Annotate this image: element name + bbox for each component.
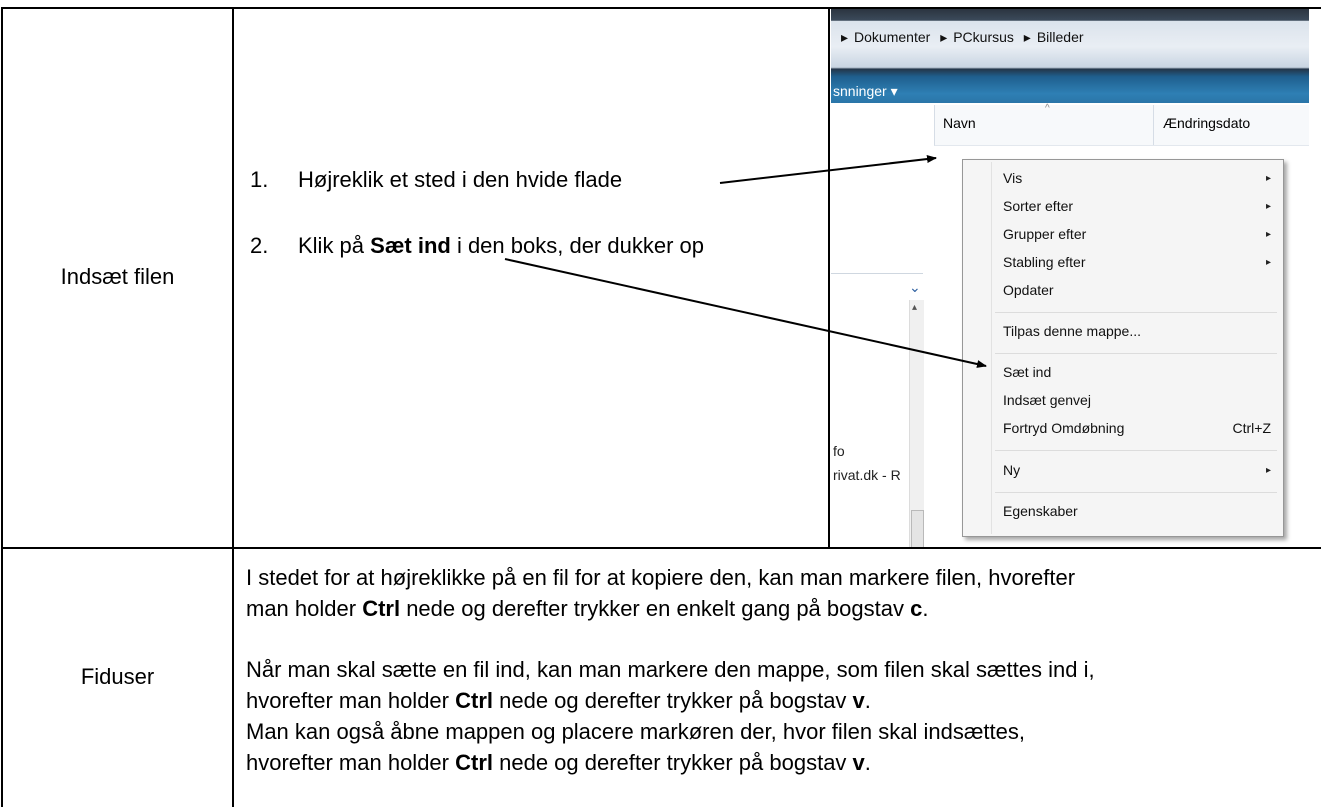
breadcrumb: ▸ Dokumenter ▸ PCkursus ▸ Billeder: [841, 29, 1090, 46]
step-1-number: 1.: [250, 167, 269, 192]
step-2-text-pre: Klik på: [298, 233, 371, 258]
tip-key: v: [852, 750, 865, 775]
tip-text: nede og derefter trykker på bogstav: [493, 750, 853, 775]
menu-item-egenskaber: Egenskaber: [1003, 503, 1078, 519]
tip-text: hvorefter man holder: [246, 750, 456, 775]
menu-item-sorter-efter: Sorter efter: [1003, 198, 1074, 214]
list-item: rivat.dk - R: [833, 467, 901, 483]
submenu-arrow-icon: ▸: [1265, 173, 1271, 184]
breadcrumb-item: PCkursus: [953, 29, 1014, 45]
menu-item-ny: Ny: [1003, 462, 1021, 478]
menu-item-saet-ind: Sæt ind: [1003, 364, 1052, 380]
table-inner-divider: [828, 7, 830, 548]
context-menu: Vis ▸ Sorter efter ▸ Grupper efter ▸ Sta…: [962, 159, 1284, 537]
breadcrumb-item: Dokumenter: [854, 29, 931, 45]
pane-divider: [831, 273, 923, 274]
step-2-text-bold: Sæt ind: [370, 233, 451, 258]
sort-up-icon: ^: [1045, 103, 1050, 114]
tip-text: nede og derefter trykker en enkelt gang …: [400, 596, 911, 621]
breadcrumb-separator-icon: ▸: [940, 29, 948, 45]
list-item: fo: [833, 443, 845, 459]
table-col-divider: [232, 7, 234, 807]
tip-text: hvorefter man holder: [246, 688, 456, 713]
menu-separator: [995, 492, 1277, 493]
menu-item-stabling-efter: Stabling efter: [1003, 254, 1086, 270]
column-name: Navn: [943, 115, 976, 131]
scroll-up-icon: ▴: [912, 302, 918, 313]
breadcrumb-separator-icon: ▸: [841, 29, 849, 45]
explorer-screenshot: ▸ Dokumenter ▸ PCkursus ▸ Billeder snninger…: [831, 9, 1309, 547]
menu-item-tilpas: Tilpas denne mappe...: [1003, 323, 1142, 339]
chevron-down-icon: ⌄: [909, 279, 921, 295]
menu-item-fortryd: Fortryd Omdøbning: [1003, 420, 1125, 436]
menu-item-opdater: Opdater: [1003, 282, 1054, 298]
menu-item-grupper-efter: Grupper efter: [1003, 226, 1087, 242]
tip-key: Ctrl: [455, 688, 493, 713]
step-1: 1. Højreklik et sted i den hvide flade: [250, 167, 622, 193]
tip-text: .: [864, 688, 871, 713]
submenu-arrow-icon: ▸: [1265, 201, 1271, 212]
address-bar: ▸ Dokumenter ▸ PCkursus ▸ Billeder snninger…: [831, 9, 1309, 103]
tip-key: Ctrl: [455, 750, 493, 775]
menu-separator: [995, 312, 1277, 313]
menu-gutter: [991, 162, 992, 534]
dropdown-arrow-icon: ▾: [890, 83, 898, 99]
scrollbar-thumb: [911, 510, 924, 547]
submenu-arrow-icon: ▸: [1265, 257, 1271, 268]
tip-key: Ctrl: [362, 596, 401, 621]
tip-text: man holder: [246, 596, 363, 621]
tip-text: nede og derefter trykker på bogstav: [493, 688, 853, 713]
tip-line: Når man skal sætte en fil ind, kan man m…: [246, 657, 1095, 682]
tip-line: hvorefter man holder Ctrl nede og dereft…: [246, 685, 1095, 716]
step-2-number: 2.: [250, 233, 269, 258]
menu-shortcut: Ctrl+Z: [1232, 420, 1272, 436]
tip-key: c: [910, 596, 923, 621]
tip-line: man holder Ctrl nede og derefter trykker…: [246, 593, 1075, 624]
table-border-mid: [1, 547, 1321, 549]
scrollbar: ▴: [909, 300, 924, 547]
breadcrumb-item: Billeder: [1036, 29, 1084, 45]
menu-separator: [995, 450, 1277, 451]
breadcrumb-separator-icon: ▸: [1023, 29, 1031, 45]
submenu-arrow-icon: ▸: [1265, 229, 1271, 240]
step-2: 2. Klik på Sæt ind i den boks, der dukker…: [250, 233, 704, 259]
step-1-text: Højreklik et sted i den hvide flade: [298, 167, 623, 192]
row-label-tips: Fiduser: [80, 664, 155, 689]
column-header: ^ Navn Ændringsdato: [934, 103, 1309, 146]
tip-line: Man kan også åbne mappen og placere mark…: [246, 719, 1025, 744]
instruction-table: Indsæt filen 1. Højreklik et sted i den h…: [0, 0, 1321, 807]
toolbar-menu: snninger ▾: [833, 83, 898, 100]
tip-key: v: [852, 688, 865, 713]
tip-paragraph-1: I stedet for at højreklikke på en fil fo…: [246, 562, 1075, 624]
menu-separator: [995, 353, 1277, 354]
menu-item-vis: Vis: [1003, 170, 1023, 186]
navigation-pane: ⌄ ▴ fo rivat.dk - R: [831, 105, 934, 547]
column-date: Ændringsdato: [1163, 115, 1251, 131]
tip-line: I stedet for at højreklikke på en fil fo…: [246, 565, 1076, 590]
menu-item-indsaet-genvej: Indsæt genvej: [1003, 392, 1091, 408]
step-2-text-post: i den boks, der dukker op: [450, 233, 704, 258]
submenu-arrow-icon: ▸: [1265, 465, 1271, 476]
tip-line: hvorefter man holder Ctrl nede og dereft…: [246, 747, 1095, 778]
column-separator: [1153, 105, 1154, 145]
tip-text: .: [864, 750, 871, 775]
tip-paragraph-2: Når man skal sætte en fil ind, kan man m…: [246, 654, 1095, 778]
toolbar-menu-label: snninger: [833, 83, 887, 99]
tip-text: .: [922, 596, 929, 621]
row-label-insert: Indsæt filen: [60, 264, 175, 289]
